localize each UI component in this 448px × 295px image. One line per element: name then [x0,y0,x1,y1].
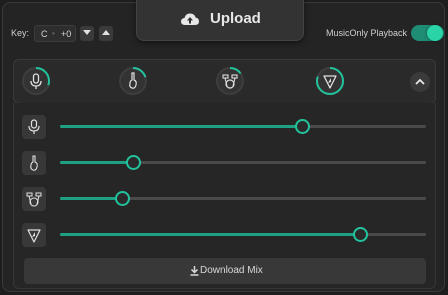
microphone-icon [28,119,40,134]
slider-fill [60,233,361,236]
slider-row-bass [22,223,427,247]
slider-row-guitar [22,151,427,175]
microphone-icon [22,67,50,95]
track-ring-vocals[interactable] [21,66,51,96]
drums-slider[interactable] [60,191,426,206]
slider-row-vocals [22,115,427,139]
slider-knob[interactable] [294,119,310,134]
key-separator: • [52,29,55,38]
slider-fill [60,197,123,200]
key-offset: +0 [61,29,72,39]
key-down-button[interactable] [80,26,94,41]
download-mix-button[interactable]: Download Mix [24,258,426,284]
slider-row-drums [22,187,427,211]
chevron-up-icon [415,78,425,85]
track-ring-drums[interactable] [215,66,245,96]
bass-pick-icon [27,229,41,243]
upload-button[interactable]: Upload [136,0,304,41]
key-label: Key: [11,28,30,38]
drum-icon [26,192,42,207]
cloud-upload-icon [181,13,199,25]
music-only-toggle[interactable] [411,25,444,41]
key-display: C • +0 [34,25,76,42]
slider-fill [60,125,302,128]
bass-track-button[interactable] [22,223,46,247]
slider-fill [60,161,134,164]
caret-down-icon [83,30,91,35]
mixer-panel: Key: C • +0 MusicOnly Playback Download … [2,2,445,292]
upload-label: Upload [210,10,261,27]
download-icon [190,266,199,276]
download-mix-label: Download Mix [200,265,263,276]
track-ring-guitar[interactable] [118,66,148,96]
toggle-knob [427,25,443,41]
slider-knob[interactable] [353,227,369,242]
guitar-icon [30,155,38,171]
key-up-button[interactable] [99,26,113,41]
bass-slider[interactable] [60,227,426,242]
drum-icon [216,67,244,95]
collapse-button[interactable] [410,72,430,92]
key-note: C [41,29,48,39]
vocals-track-button[interactable] [22,115,46,139]
slider-knob[interactable] [126,155,142,170]
vocals-slider[interactable] [60,119,426,134]
track-selector-row [13,59,436,104]
bass-pick-icon [316,67,344,95]
music-only-label: MusicOnly Playback [326,28,408,38]
guitar-track-button[interactable] [22,151,46,175]
drums-track-button[interactable] [22,187,46,211]
caret-up-icon [102,30,110,35]
track-ring-bass[interactable] [315,66,345,96]
slider-knob[interactable] [115,191,131,206]
guitar-slider[interactable] [60,155,426,170]
mixer-sliders: Download Mix [13,103,436,289]
guitar-icon [119,67,147,95]
